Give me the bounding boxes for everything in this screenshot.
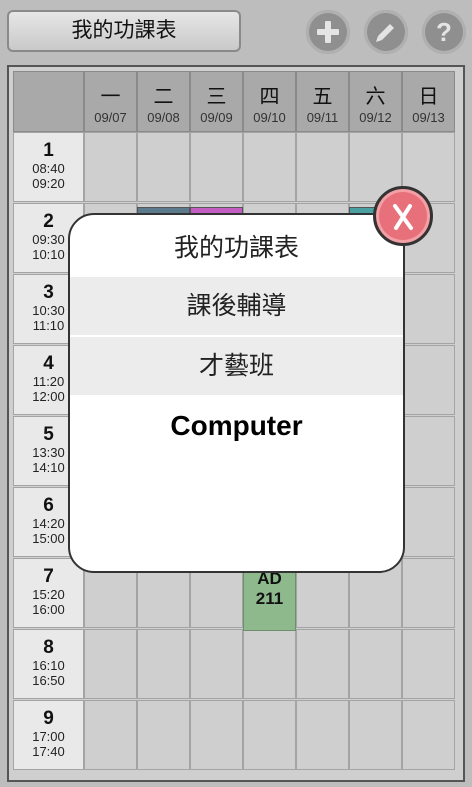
timetable-cell[interactable] <box>137 700 190 770</box>
menu-item-my-timetable[interactable]: 我的功課表 <box>70 219 403 277</box>
timetable-title-button[interactable]: 我的功課表 <box>7 10 241 52</box>
timetable-cell[interactable] <box>349 700 402 770</box>
timetable-cell[interactable] <box>84 700 137 770</box>
plus-icon <box>317 21 339 43</box>
period-8: 8 16:10 16:50 <box>13 629 84 699</box>
day-name: 日 <box>418 86 439 108</box>
toolbar: 我的功課表 ? <box>0 0 472 62</box>
day-header-tue: 二 09/08 <box>137 71 190 132</box>
period-number: 8 <box>43 637 54 658</box>
day-date: 09/08 <box>147 110 180 125</box>
period-1: 1 08:40 09:20 <box>13 132 84 202</box>
period-9: 9 17:00 17:40 <box>13 700 84 770</box>
add-button[interactable] <box>306 10 350 54</box>
day-name: 三 <box>206 86 227 108</box>
timetable-cell[interactable] <box>402 629 455 699</box>
period-end-time: 16:00 <box>32 602 65 617</box>
timetable-cell[interactable] <box>402 487 455 557</box>
period-7: 7 15:20 16:00 <box>13 558 84 628</box>
timetable-cell[interactable] <box>243 132 296 202</box>
timetable-cell[interactable] <box>402 274 455 344</box>
timetable-cell[interactable] <box>402 700 455 770</box>
timetable-cell[interactable] <box>243 700 296 770</box>
course-room: 211 <box>255 589 284 608</box>
menu-item-talent-class[interactable]: 才藝班 <box>70 337 403 395</box>
day-name: 一 <box>100 86 121 108</box>
close-icon <box>393 204 413 230</box>
day-header-fri: 五 09/11 <box>296 71 349 132</box>
timetable-cell[interactable] <box>296 132 349 202</box>
period-start-time: 08:40 <box>32 161 65 176</box>
day-date: 09/12 <box>359 110 392 125</box>
menu-item-computer[interactable]: Computer <box>70 397 403 455</box>
day-name: 二 <box>153 86 174 108</box>
day-date: 09/11 <box>306 110 339 125</box>
day-date: 09/07 <box>94 110 127 125</box>
period-number: 9 <box>43 708 54 729</box>
period-start-time: 17:00 <box>32 729 65 744</box>
timetable-cell[interactable] <box>349 629 402 699</box>
timetable-cell[interactable] <box>84 132 137 202</box>
day-name: 四 <box>259 86 280 108</box>
period-number: 7 <box>43 566 54 587</box>
timetable-cell[interactable] <box>190 132 243 202</box>
period-end-time: 17:40 <box>32 744 65 759</box>
day-date: 09/13 <box>412 110 445 125</box>
day-date: 09/09 <box>200 110 233 125</box>
timetable-cell[interactable] <box>190 629 243 699</box>
day-header-wed: 三 09/09 <box>190 71 243 132</box>
period-start-time: 16:10 <box>32 658 65 673</box>
timetable-cell[interactable] <box>137 629 190 699</box>
day-header-mon: 一 09/07 <box>84 71 137 132</box>
timetable-cell[interactable] <box>296 629 349 699</box>
menu-item-tutoring[interactable]: 課後輔導 <box>70 277 403 335</box>
day-date: 09/10 <box>253 110 286 125</box>
period-end-time: 09:20 <box>32 176 65 191</box>
period-number: 1 <box>43 140 54 161</box>
timetable-picker-popup: 我的功課表 課後輔導 才藝班 Computer <box>68 213 405 573</box>
period-start-time: 15:20 <box>32 587 65 602</box>
day-header-sun: 日 09/13 <box>402 71 455 132</box>
close-popup-button[interactable] <box>373 186 433 246</box>
timetable-cell[interactable] <box>84 629 137 699</box>
day-header-sat: 六 09/12 <box>349 71 402 132</box>
question-icon: ? <box>436 17 452 47</box>
period-end-time: 16:50 <box>32 673 65 688</box>
timetable-cell[interactable] <box>296 700 349 770</box>
timetable-cell[interactable] <box>402 558 455 628</box>
edit-button[interactable] <box>364 10 408 54</box>
help-button[interactable]: ? <box>422 10 466 54</box>
timetable-cell[interactable] <box>402 345 455 415</box>
timetable-cell[interactable] <box>243 629 296 699</box>
timetable-cell[interactable] <box>190 700 243 770</box>
pencil-icon <box>376 24 394 42</box>
timetable-cell[interactable] <box>137 132 190 202</box>
day-name: 五 <box>312 86 333 108</box>
grid-corner <box>13 71 84 132</box>
day-name: 六 <box>365 86 386 108</box>
timetable-cell[interactable] <box>402 416 455 486</box>
day-header-thu: 四 09/10 <box>243 71 296 132</box>
